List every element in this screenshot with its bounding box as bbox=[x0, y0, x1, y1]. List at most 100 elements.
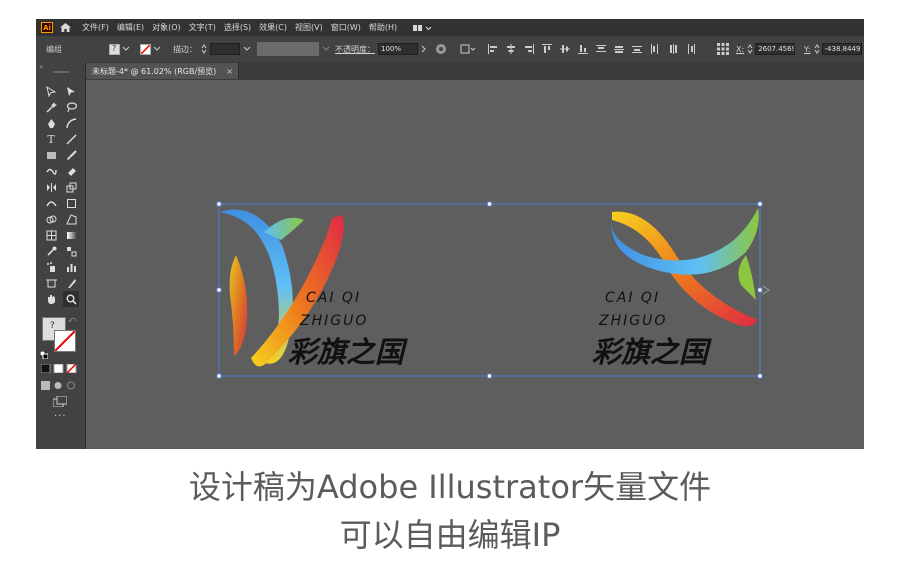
artboard-tool-icon[interactable] bbox=[44, 276, 58, 290]
illustrator-window: Ai 文件(F) 编辑(E) 对象(O) 文字(T) 选择(S) 效果(C) 视… bbox=[36, 19, 864, 449]
caption-line2: 可以自由编辑IP bbox=[339, 516, 561, 554]
logo-pinyin-line1: CAI QI bbox=[306, 290, 361, 306]
logo-right[interactable]: CAI QI ZHIGUO 彩旗之国 bbox=[592, 208, 759, 369]
logo-left[interactable]: CAI QI ZHIGUO 彩旗之国 bbox=[220, 209, 408, 369]
align-hcenter-icon[interactable] bbox=[506, 44, 516, 54]
perspective-grid-tool-icon[interactable] bbox=[64, 212, 78, 226]
screen-mode-icon[interactable] bbox=[52, 392, 68, 411]
free-transform-tool-icon[interactable] bbox=[64, 196, 78, 210]
chevron-down-icon[interactable] bbox=[322, 46, 330, 52]
stroke-color-box[interactable] bbox=[54, 330, 76, 352]
stepper-icon[interactable] bbox=[201, 44, 207, 54]
logo-pinyin-line1: CAI QI bbox=[605, 290, 660, 306]
slice-tool-icon[interactable] bbox=[64, 276, 78, 290]
align-to-icon[interactable] bbox=[460, 44, 476, 54]
menu-window[interactable]: 窗口(W) bbox=[331, 22, 361, 33]
eyedropper-tool-icon[interactable] bbox=[44, 244, 58, 258]
distribute-hcenter-icon[interactable] bbox=[668, 44, 678, 54]
caption-line1: 设计稿为Adobe Illustrator矢量文件 bbox=[188, 468, 712, 506]
zoom-tool-icon[interactable] bbox=[63, 291, 79, 307]
artwork-svg: CAI QI ZHIGUO 彩旗之国 CAI QI ZHIGUO 彩旗之国 bbox=[216, 201, 770, 379]
recolor-artwork-icon[interactable] bbox=[435, 43, 447, 55]
app-logo: Ai bbox=[41, 22, 53, 33]
chevron-down-icon[interactable] bbox=[243, 46, 251, 52]
menu-effect[interactable]: 效果(C) bbox=[259, 22, 287, 33]
curvature-tool-icon[interactable] bbox=[64, 116, 78, 130]
menu-select[interactable]: 选择(S) bbox=[224, 22, 251, 33]
symbol-sprayer-tool-icon[interactable] bbox=[44, 260, 58, 274]
line-segment-tool-icon[interactable] bbox=[64, 132, 78, 146]
hand-tool-icon[interactable] bbox=[44, 292, 58, 306]
tools-panel: « T ? ⤺ ··· bbox=[36, 62, 86, 449]
panel-grip[interactable] bbox=[53, 71, 69, 73]
blend-tool-icon[interactable] bbox=[64, 244, 78, 258]
stroke-label: 描边： bbox=[173, 44, 197, 54]
collapse-panel-icon[interactable]: « bbox=[39, 63, 43, 71]
scale-tool-icon[interactable] bbox=[64, 180, 78, 194]
reference-point-icon[interactable] bbox=[717, 43, 729, 55]
logo-chinese-name: 彩旗之国 bbox=[288, 335, 408, 369]
x-position-input[interactable]: 2607.4569 bbox=[755, 43, 796, 55]
variable-width-profile[interactable] bbox=[257, 42, 319, 56]
canvas[interactable]: CAI QI ZHIGUO 彩旗之国 CAI QI ZHIGUO 彩旗之国 bbox=[86, 80, 864, 449]
selection-tool-icon[interactable] bbox=[44, 84, 58, 98]
logo-ribbon-yellow bbox=[229, 255, 248, 356]
swap-fill-stroke-icon[interactable]: ⤺ bbox=[68, 315, 77, 325]
menu-view[interactable]: 视图(V) bbox=[295, 22, 323, 33]
menu-file[interactable]: 文件(F) bbox=[82, 22, 109, 33]
shape-builder-tool-icon[interactable] bbox=[44, 212, 58, 226]
gradient-tool-icon[interactable] bbox=[64, 228, 78, 242]
stepper-icon[interactable] bbox=[814, 44, 820, 54]
menu-type[interactable]: 文字(T) bbox=[189, 22, 216, 33]
direct-selection-tool-icon[interactable] bbox=[64, 84, 78, 98]
menu-edit[interactable]: 编辑(E) bbox=[117, 22, 144, 33]
fill-swatch[interactable]: ? bbox=[109, 43, 120, 55]
mesh-tool-icon[interactable] bbox=[44, 228, 58, 242]
stroke-swatch[interactable] bbox=[140, 43, 151, 55]
stroke-weight-input[interactable] bbox=[210, 43, 240, 55]
selection-type-label: 编组 bbox=[46, 44, 62, 54]
align-right-icon[interactable] bbox=[524, 44, 534, 54]
paintbrush-tool-icon[interactable] bbox=[64, 148, 78, 162]
lasso-tool-icon[interactable] bbox=[64, 100, 78, 114]
opacity-input[interactable]: 100% bbox=[378, 43, 418, 55]
pen-tool-icon[interactable] bbox=[44, 116, 58, 130]
close-icon[interactable]: × bbox=[226, 67, 233, 76]
type-tool-icon[interactable]: T bbox=[44, 132, 58, 146]
opacity-label[interactable]: 不透明度： bbox=[335, 44, 375, 55]
document-tab-title: 未标题-4* @ 61.02% (RGB/预览) bbox=[92, 66, 217, 76]
logo-pinyin-line2: ZHIGUO bbox=[299, 313, 368, 329]
chevron-down-icon[interactable] bbox=[153, 46, 161, 52]
workspace-switcher-icon[interactable] bbox=[413, 24, 433, 32]
distribute-right-icon[interactable] bbox=[686, 44, 696, 54]
distribute-top-icon[interactable] bbox=[596, 44, 606, 54]
eraser-tool-icon[interactable] bbox=[64, 164, 78, 178]
chevron-right-icon[interactable] bbox=[421, 45, 427, 53]
menu-help[interactable]: 帮助(H) bbox=[369, 22, 397, 33]
align-bottom-icon[interactable] bbox=[578, 44, 588, 54]
align-left-icon[interactable] bbox=[488, 44, 498, 54]
width-tool-icon[interactable] bbox=[44, 196, 58, 210]
stepper-icon[interactable] bbox=[747, 44, 753, 54]
menu-object[interactable]: 对象(O) bbox=[152, 22, 181, 33]
edit-toolbar-icon[interactable]: ··· bbox=[54, 411, 67, 422]
column-graph-tool-icon[interactable] bbox=[64, 260, 78, 274]
distribute-bottom-icon[interactable] bbox=[632, 44, 642, 54]
align-top-icon[interactable] bbox=[542, 44, 552, 54]
magic-wand-tool-icon[interactable] bbox=[44, 100, 58, 114]
align-vcenter-icon[interactable] bbox=[560, 44, 570, 54]
align-buttons bbox=[488, 36, 696, 62]
color-icon bbox=[40, 363, 51, 374]
logo-chinese-name: 彩旗之国 bbox=[592, 335, 712, 369]
y-label: Y: bbox=[804, 44, 811, 54]
chevron-down-icon[interactable] bbox=[122, 46, 130, 52]
document-tab[interactable]: 未标题-4* @ 61.02% (RGB/预览) × bbox=[86, 63, 239, 79]
distribute-vcenter-icon[interactable] bbox=[614, 44, 624, 54]
reflect-tool-icon[interactable] bbox=[44, 180, 58, 194]
distribute-left-icon[interactable] bbox=[650, 44, 660, 54]
home-icon[interactable] bbox=[59, 22, 72, 33]
rectangle-tool-icon[interactable] bbox=[44, 148, 58, 162]
shaper-tool-icon[interactable] bbox=[44, 164, 58, 178]
control-bar: 编组 ? 描边： 不透明度： 100% X: 2607.4569 Y: -438… bbox=[36, 36, 864, 63]
y-position-input[interactable]: -438.8449 bbox=[821, 43, 862, 55]
